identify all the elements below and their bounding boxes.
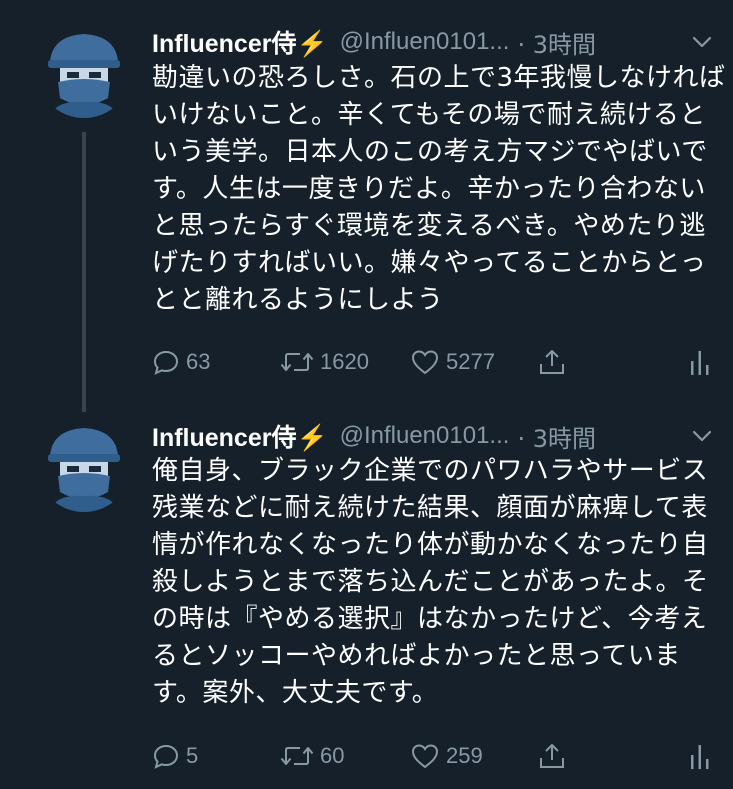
analytics-button[interactable] <box>688 736 712 776</box>
heart-icon <box>411 744 439 769</box>
user-handle[interactable]: @Influen0101... <box>340 28 510 56</box>
like-button[interactable]: 259 <box>410 736 483 776</box>
reply-count: 5 <box>186 743 199 768</box>
samurai-avatar-icon <box>36 22 132 118</box>
reply-count: 63 <box>186 349 211 374</box>
avatar[interactable] <box>36 22 132 118</box>
like-count: 5277 <box>446 349 495 374</box>
samurai-avatar-icon <box>36 416 132 512</box>
retweet-count: 1620 <box>320 349 369 374</box>
analytics-icon <box>691 745 709 769</box>
tweet-2[interactable]: Influencer侍⚡ @Influen0101... · 3時間 俺自身、ブ… <box>0 400 733 789</box>
analytics-button[interactable] <box>688 342 712 382</box>
tweet-header: Influencer侍⚡ @Influen0101... · 3時間 <box>152 24 722 60</box>
display-name[interactable]: Influencer侍⚡ <box>152 418 328 454</box>
tweet-text: 勘違いの恐ろしさ。石の上で3年我慢しなければいけないこと。辛くてもその場で耐え続… <box>152 63 726 315</box>
retweet-button[interactable]: 1620 <box>280 342 369 382</box>
like-button[interactable]: 5277 <box>410 342 495 382</box>
retweet-count: 60 <box>320 743 345 768</box>
timestamp[interactable]: · 3時間 <box>517 419 596 454</box>
display-name[interactable]: Influencer侍⚡ <box>152 24 328 60</box>
tweet-actions: 5 60 259 <box>152 736 722 776</box>
retweet-button[interactable]: 60 <box>280 736 344 776</box>
thread-connector-line <box>82 132 86 412</box>
avatar[interactable] <box>36 416 132 512</box>
tweet-text: 俺自身、ブラック企業でのパワハラやサービス残業などに耐え続けた結果、顔面が麻痺し… <box>152 456 709 708</box>
chevron-down-icon[interactable] <box>690 424 714 448</box>
tweet-1[interactable]: Influencer侍⚡ @Influen0101... · 3時間 勘違いの恐… <box>0 0 733 412</box>
tweet-header: Influencer侍⚡ @Influen0101... · 3時間 <box>152 418 722 454</box>
share-button[interactable] <box>538 342 566 382</box>
analytics-icon <box>691 351 709 375</box>
chevron-down-icon[interactable] <box>690 30 714 54</box>
reply-icon <box>153 350 179 375</box>
user-handle[interactable]: @Influen0101... <box>340 422 510 450</box>
reply-button[interactable]: 63 <box>152 342 210 382</box>
timestamp[interactable]: · 3時間 <box>517 25 596 60</box>
share-icon <box>540 744 564 768</box>
share-icon <box>540 350 564 374</box>
retweet-icon <box>280 747 314 765</box>
like-count: 259 <box>446 743 483 768</box>
reply-button[interactable]: 5 <box>152 736 198 776</box>
reply-icon <box>153 744 179 769</box>
retweet-icon <box>280 353 314 371</box>
heart-icon <box>411 350 439 375</box>
tweet-actions: 63 1620 5277 <box>152 342 722 382</box>
share-button[interactable] <box>538 736 566 776</box>
